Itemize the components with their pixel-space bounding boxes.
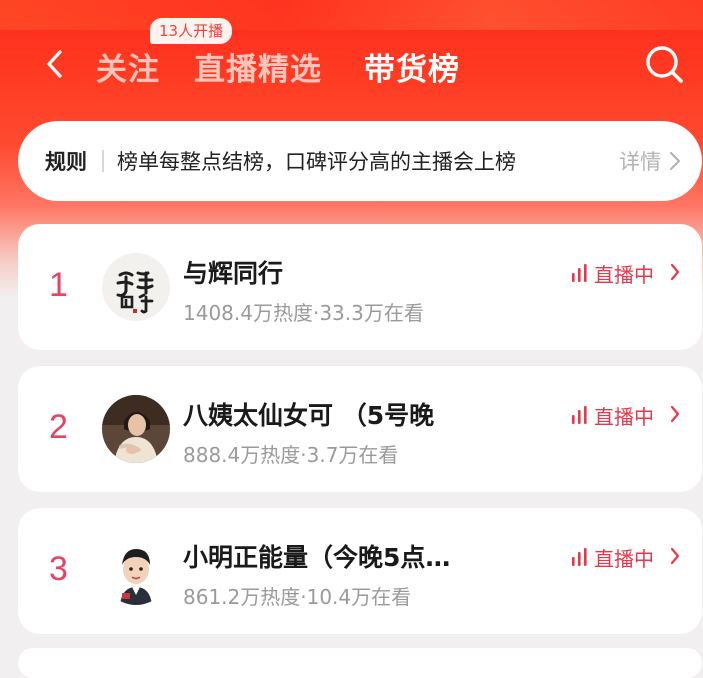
rank-number: 3 bbox=[49, 550, 68, 588]
chevron-right-icon bbox=[670, 547, 680, 565]
live-bars-icon bbox=[572, 264, 587, 282]
live-status-label: 直播中 bbox=[594, 405, 654, 429]
search-icon[interactable] bbox=[643, 43, 685, 85]
tab-live-selection[interactable]: 直播精选 bbox=[194, 44, 322, 89]
live-count-badge: 13人开播 bbox=[150, 18, 233, 44]
ranking-row[interactable]: 3 小明正能量（今晚5点… 861.2万热度·10.4万在看 直播中 bbox=[18, 508, 702, 634]
tab-follow[interactable]: 关注 bbox=[96, 44, 160, 89]
tab-sales-ranking[interactable]: 带货榜 bbox=[364, 44, 460, 89]
ranking-row-partial bbox=[18, 648, 702, 678]
chevron-right-icon bbox=[669, 151, 681, 171]
rank-number: 1 bbox=[49, 266, 68, 304]
chevron-right-icon bbox=[670, 405, 680, 423]
live-status-button[interactable]: 直播中 bbox=[570, 401, 682, 429]
live-status-label: 直播中 bbox=[594, 263, 654, 287]
anchor-name: 小明正能量（今晚5点… bbox=[183, 543, 451, 572]
avatar bbox=[102, 395, 170, 463]
rules-title: 规则 bbox=[45, 150, 87, 174]
avatar bbox=[102, 537, 170, 605]
back-icon[interactable] bbox=[40, 46, 70, 82]
rules-banner[interactable]: 规则 榜单每整点结榜，口碑评分高的主播会上榜 详情 bbox=[18, 121, 702, 201]
live-status-button[interactable]: 直播中 bbox=[570, 259, 682, 287]
anchor-name: 八姨太仙女可 （5号晚 bbox=[183, 401, 435, 430]
anchor-name: 与辉同行 bbox=[183, 259, 284, 288]
anchor-stats: 861.2万热度·10.4万在看 bbox=[183, 585, 412, 609]
rules-details-link[interactable]: 详情 bbox=[619, 146, 661, 176]
chevron-right-icon bbox=[670, 263, 680, 281]
live-status-label: 直播中 bbox=[594, 547, 654, 571]
rules-text: 榜单每整点结榜，口碑评分高的主播会上榜 bbox=[117, 150, 516, 174]
ranking-row[interactable]: 2 八姨太仙女可 （5号晚 888.4万热度·3.7万在看 直播中 bbox=[18, 366, 702, 492]
ranking-row[interactable]: 1 与辉同行 1408.4万热度·33.3万在看 直播中 bbox=[18, 224, 702, 350]
avatar bbox=[102, 253, 170, 321]
top-nav: 关注 13人开播 直播精选 带货榜 bbox=[0, 0, 703, 110]
live-bars-icon bbox=[572, 406, 587, 424]
rank-number: 2 bbox=[49, 408, 68, 446]
anchor-stats: 1408.4万热度·33.3万在看 bbox=[183, 301, 424, 325]
rules-divider bbox=[102, 150, 104, 172]
live-status-button[interactable]: 直播中 bbox=[570, 543, 682, 571]
anchor-stats: 888.4万热度·3.7万在看 bbox=[183, 443, 399, 467]
name-fade-overlay bbox=[448, 396, 508, 432]
live-bars-icon bbox=[572, 548, 587, 566]
